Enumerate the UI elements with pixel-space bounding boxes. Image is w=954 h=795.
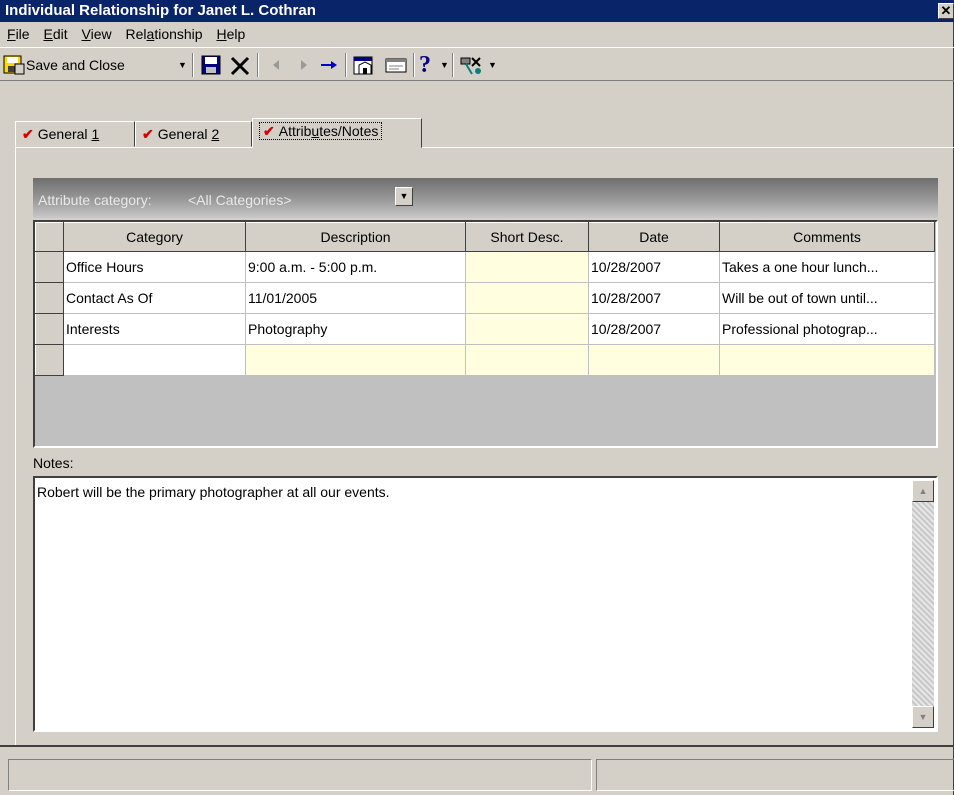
chevron-down-icon: ▼: [399, 191, 409, 201]
scroll-down-button[interactable]: ▼: [912, 706, 934, 728]
table-cell[interactable]: 11/01/2005: [245, 282, 466, 314]
checkmark-icon: ✔: [22, 126, 34, 142]
menu-view[interactable]: View: [77, 26, 117, 42]
goto-icon[interactable]: [318, 52, 340, 78]
chevron-down-icon[interactable]: ▼: [178, 52, 187, 78]
notes-text: Robert will be the primary photographer …: [37, 484, 390, 500]
table-cell[interactable]: Photography: [245, 313, 466, 345]
table-cell[interactable]: Office Hours: [63, 251, 246, 283]
column-header-comments[interactable]: Comments: [719, 222, 935, 252]
table-cell[interactable]: 9:00 a.m. - 5:00 p.m.: [245, 251, 466, 283]
toolbar-separator: [192, 53, 194, 77]
column-header-short-desc[interactable]: Short Desc.: [465, 222, 589, 252]
table-cell[interactable]: [465, 344, 589, 376]
relationship-window: Individual Relationship for Janet L. Cot…: [0, 0, 954, 795]
notes-scrollbar[interactable]: ▲ ▼: [912, 480, 934, 728]
scroll-up-button[interactable]: ▲: [912, 480, 934, 502]
table-cell[interactable]: Takes a one hour lunch...: [719, 251, 935, 283]
card-icon[interactable]: [383, 52, 409, 78]
table-cell[interactable]: Contact As Of: [63, 282, 246, 314]
arrow-up-icon: ▲: [918, 486, 928, 496]
toolbar: Save and Close ▼ ? ▼ ▼: [0, 47, 954, 81]
toolbar-separator: [345, 53, 347, 77]
column-header-category[interactable]: Category: [63, 222, 246, 252]
menu-help[interactable]: Help: [211, 26, 250, 42]
new-row: [35, 344, 935, 376]
attribute-category-value[interactable]: <All Categories>: [188, 192, 292, 208]
row-selector[interactable]: [35, 313, 64, 345]
table-cell[interactable]: [245, 344, 466, 376]
table-cell[interactable]: 10/28/2007: [588, 282, 720, 314]
tab-attributes-notes[interactable]: ✔ Attributes/Notes: [252, 118, 422, 148]
table-cell[interactable]: [465, 313, 589, 345]
title-bar[interactable]: Individual Relationship for Janet L. Cot…: [0, 0, 954, 22]
toolbar-separator: [257, 53, 259, 77]
corner-header[interactable]: [35, 222, 64, 252]
table-cell[interactable]: [465, 282, 589, 314]
delete-icon[interactable]: [228, 52, 252, 78]
chevron-down-icon[interactable]: ▼: [440, 52, 449, 78]
table-row: Contact As Of 11/01/2005 10/28/2007 Will…: [35, 282, 935, 314]
save-close-icon: [3, 55, 25, 75]
column-header-date[interactable]: Date: [588, 222, 720, 252]
status-panel: [8, 759, 592, 791]
status-bar: [0, 745, 954, 795]
next-icon[interactable]: [294, 52, 314, 78]
status-panel: [596, 759, 954, 791]
attribute-category-label: Attribute category:: [38, 192, 152, 208]
row-selector[interactable]: [35, 344, 64, 376]
row-selector[interactable]: [35, 282, 64, 314]
attribute-category-bar: Attribute category: <All Categories> ▼: [33, 178, 938, 218]
arrow-down-icon: ▼: [918, 712, 928, 722]
table-row: Office Hours 9:00 a.m. - 5:00 p.m. 10/28…: [35, 251, 935, 283]
menu-bar: File Edit View Relationship Help: [0, 22, 954, 46]
tab-general-2[interactable]: ✔ General 2: [135, 121, 252, 147]
save-and-close-button[interactable]: Save and Close ▼: [2, 52, 188, 78]
table-cell[interactable]: [588, 344, 720, 376]
toolbar-separator: [413, 53, 415, 77]
tab-general-1[interactable]: ✔ General 1: [15, 121, 135, 147]
previous-icon[interactable]: [266, 52, 286, 78]
checkmark-icon: ✔: [142, 126, 154, 142]
attributes-grid: Category Description Short Desc. Date Co…: [33, 220, 938, 448]
notes-textarea[interactable]: Robert will be the primary photographer …: [33, 476, 938, 732]
attribute-category-dropdown[interactable]: ▼: [395, 187, 413, 206]
table-cell[interactable]: 10/28/2007: [588, 313, 720, 345]
table-cell[interactable]: Will be out of town until...: [719, 282, 935, 314]
menu-relationship[interactable]: Relationship: [121, 26, 208, 42]
chevron-down-icon[interactable]: ▼: [488, 52, 497, 78]
attributes-table: Category Description Short Desc. Date Co…: [35, 222, 935, 376]
tools-icon[interactable]: [458, 52, 486, 78]
table-header: Category Description Short Desc. Date Co…: [35, 222, 935, 252]
menu-edit[interactable]: Edit: [38, 26, 72, 42]
table-cell[interactable]: [719, 344, 935, 376]
save-icon[interactable]: [199, 52, 223, 78]
table-cell[interactable]: [63, 344, 246, 376]
checkmark-icon: ✔: [263, 123, 275, 139]
table-cell[interactable]: Professional photograp...: [719, 313, 935, 345]
help-icon[interactable]: ?: [419, 52, 431, 78]
close-button[interactable]: ✕: [938, 3, 954, 19]
table-cell[interactable]: 10/28/2007: [588, 251, 720, 283]
window-title: Individual Relationship for Janet L. Cot…: [5, 2, 316, 19]
table-row: Interests Photography 10/28/2007 Profess…: [35, 313, 935, 345]
toolbar-separator: [452, 53, 454, 77]
properties-icon[interactable]: [351, 52, 377, 78]
row-selector[interactable]: [35, 251, 64, 283]
notes-label: Notes:: [33, 455, 74, 471]
table-cell[interactable]: [465, 251, 589, 283]
menu-file[interactable]: File: [2, 26, 35, 42]
column-header-description[interactable]: Description: [245, 222, 466, 252]
table-cell[interactable]: Interests: [63, 313, 246, 345]
